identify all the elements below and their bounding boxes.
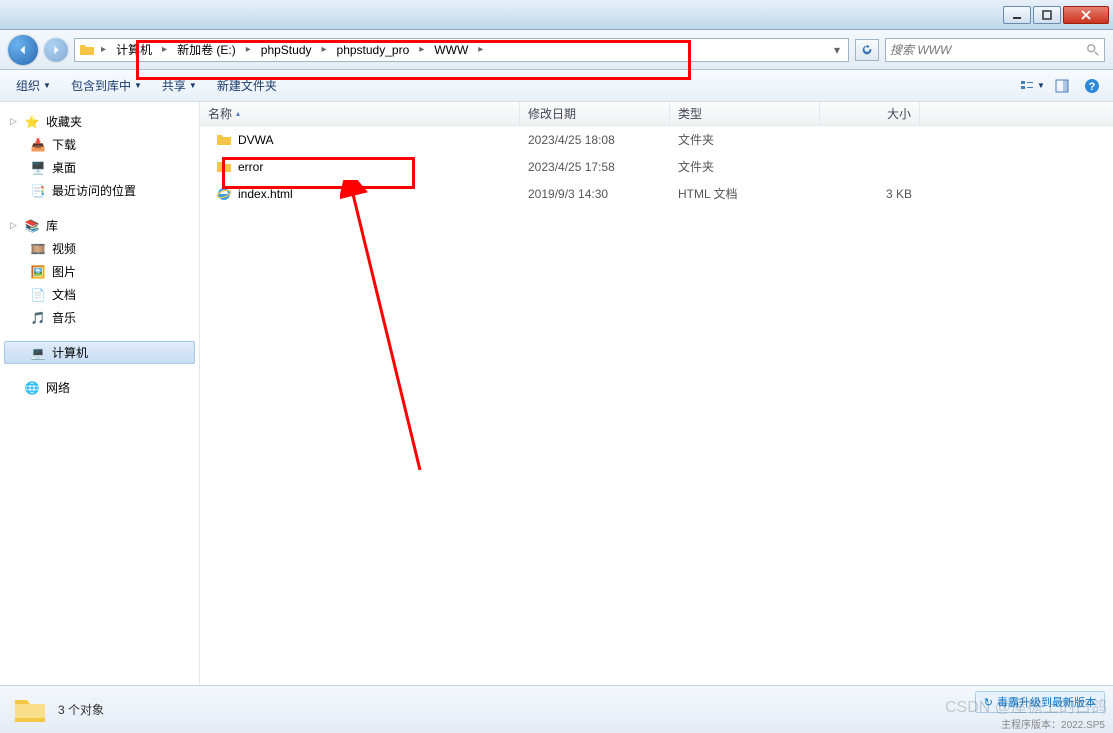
breadcrumb-www[interactable]: WWW — [430, 43, 472, 57]
column-headers: 名称▴ 修改日期 类型 大小 — [200, 102, 1113, 126]
version-label: 主程序版本：2022.SP5 — [1001, 716, 1105, 731]
breadcrumb-phpstudy-pro[interactable]: phpstudy_pro — [333, 43, 414, 57]
organize-menu[interactable]: 组织▼ — [8, 73, 59, 98]
sidebar-item-documents[interactable]: 📄文档 — [4, 283, 195, 306]
file-list-pane: 名称▴ 修改日期 类型 大小 DVWA 2023/4/25 18:08 文件夹 … — [200, 102, 1113, 685]
new-folder-button[interactable]: 新建文件夹 — [209, 73, 285, 98]
sidebar-item-computer[interactable]: 💻计算机 — [4, 341, 195, 364]
close-button[interactable] — [1063, 6, 1109, 24]
chevron-right-icon[interactable]: ▸ — [476, 44, 485, 55]
upgrade-notice[interactable]: ↻毒霸升级到最新版本 — [975, 691, 1105, 713]
svg-text:?: ? — [1089, 81, 1096, 93]
search-icon — [1086, 43, 1100, 57]
file-date: 2023/4/25 18:08 — [520, 129, 670, 150]
desktop-icon: 🖥️ — [30, 160, 46, 176]
sidebar-item-desktop[interactable]: 🖥️桌面 — [4, 156, 195, 179]
column-header-date[interactable]: 修改日期 — [520, 102, 670, 125]
sidebar-item-pictures[interactable]: 🖼️图片 — [4, 260, 195, 283]
help-button[interactable]: ? — [1079, 75, 1105, 97]
file-size: 3 KB — [820, 183, 920, 204]
file-type: 文件夹 — [670, 129, 820, 150]
chevron-right-icon[interactable]: ▸ — [417, 44, 426, 55]
preview-pane-button[interactable] — [1049, 75, 1075, 97]
file-name: index.html — [238, 187, 293, 201]
folder-icon — [216, 159, 232, 175]
file-type: HTML 文档 — [670, 183, 820, 204]
refresh-button[interactable] — [855, 39, 879, 61]
file-name: error — [238, 160, 263, 174]
breadcrumb-phpstudy[interactable]: phpStudy — [257, 43, 316, 57]
music-icon: 🎵 — [30, 310, 46, 326]
file-date: 2023/4/25 17:58 — [520, 156, 670, 177]
ie-icon — [216, 186, 232, 202]
minimize-button[interactable] — [1003, 6, 1031, 24]
column-header-name[interactable]: 名称▴ — [200, 102, 520, 125]
recent-icon: 📑 — [30, 183, 46, 199]
network-icon: 🌐 — [24, 380, 40, 396]
status-text: 3 个对象 — [58, 701, 104, 718]
refresh-icon: ↻ — [984, 696, 993, 709]
star-icon: ⭐ — [24, 114, 40, 130]
window-controls — [1003, 6, 1109, 24]
column-header-size[interactable]: 大小 — [820, 102, 920, 125]
address-bar[interactable]: ▸ 计算机 ▸ 新加卷 (E:) ▸ phpStudy ▸ phpstudy_p… — [74, 38, 849, 62]
chevron-right-icon[interactable]: ▸ — [320, 44, 329, 55]
toolbar: 组织▼ 包含到库中▼ 共享▼ 新建文件夹 ▼ ? — [0, 70, 1113, 102]
address-dropdown[interactable]: ▾ — [830, 43, 844, 57]
status-bar: 3 个对象 ↻毒霸升级到最新版本 主程序版本：2022.SP5 — [0, 685, 1113, 733]
column-header-type[interactable]: 类型 — [670, 102, 820, 125]
forward-button[interactable] — [44, 38, 68, 62]
file-row-error[interactable]: error 2023/4/25 17:58 文件夹 — [200, 153, 1113, 180]
search-input[interactable] — [890, 43, 1082, 57]
library-icon: 📚 — [24, 218, 40, 234]
sort-ascending-icon: ▴ — [236, 109, 240, 118]
file-row-index[interactable]: index.html 2019/9/3 14:30 HTML 文档 3 KB — [200, 180, 1113, 207]
download-icon: 📥 — [30, 137, 46, 153]
view-options-button[interactable]: ▼ — [1019, 75, 1045, 97]
file-size — [820, 129, 920, 150]
breadcrumb-drive[interactable]: 新加卷 (E:) — [173, 41, 240, 58]
sidebar-favorites[interactable]: ▷⭐收藏夹 — [4, 110, 195, 133]
video-icon: 🎞️ — [30, 241, 46, 257]
sidebar-item-downloads[interactable]: 📥下载 — [4, 133, 195, 156]
search-box[interactable] — [885, 38, 1105, 62]
include-in-library-menu[interactable]: 包含到库中▼ — [63, 73, 150, 98]
sidebar-item-music[interactable]: 🎵音乐 — [4, 306, 195, 329]
sidebar-item-recent[interactable]: 📑最近访问的位置 — [4, 179, 195, 202]
file-name: DVWA — [238, 133, 274, 147]
share-menu[interactable]: 共享▼ — [154, 73, 205, 98]
folder-icon — [12, 692, 48, 728]
navigation-pane: ▷⭐收藏夹 📥下载 🖥️桌面 📑最近访问的位置 ▷📚库 🎞️视频 🖼️图片 📄文… — [0, 102, 200, 685]
breadcrumb-computer[interactable]: 计算机 — [112, 41, 156, 58]
sidebar-item-videos[interactable]: 🎞️视频 — [4, 237, 195, 260]
file-date: 2019/9/3 14:30 — [520, 183, 670, 204]
file-size — [820, 156, 920, 177]
sidebar-network[interactable]: 🌐网络 — [4, 376, 195, 399]
maximize-button[interactable] — [1033, 6, 1061, 24]
chevron-right-icon[interactable]: ▸ — [160, 44, 169, 55]
chevron-right-icon[interactable]: ▸ — [99, 44, 108, 55]
folder-icon — [216, 132, 232, 148]
chevron-right-icon[interactable]: ▸ — [244, 44, 253, 55]
file-row-dvwa[interactable]: DVWA 2023/4/25 18:08 文件夹 — [200, 126, 1113, 153]
file-type: 文件夹 — [670, 156, 820, 177]
sidebar-libraries[interactable]: ▷📚库 — [4, 214, 195, 237]
main-area: ▷⭐收藏夹 📥下载 🖥️桌面 📑最近访问的位置 ▷📚库 🎞️视频 🖼️图片 📄文… — [0, 102, 1113, 685]
folder-icon — [79, 42, 95, 58]
document-icon: 📄 — [30, 287, 46, 303]
picture-icon: 🖼️ — [30, 264, 46, 280]
back-button[interactable] — [8, 35, 38, 65]
computer-icon: 💻 — [30, 345, 46, 361]
address-row: ▸ 计算机 ▸ 新加卷 (E:) ▸ phpStudy ▸ phpstudy_p… — [0, 30, 1113, 70]
window-titlebar — [0, 0, 1113, 30]
